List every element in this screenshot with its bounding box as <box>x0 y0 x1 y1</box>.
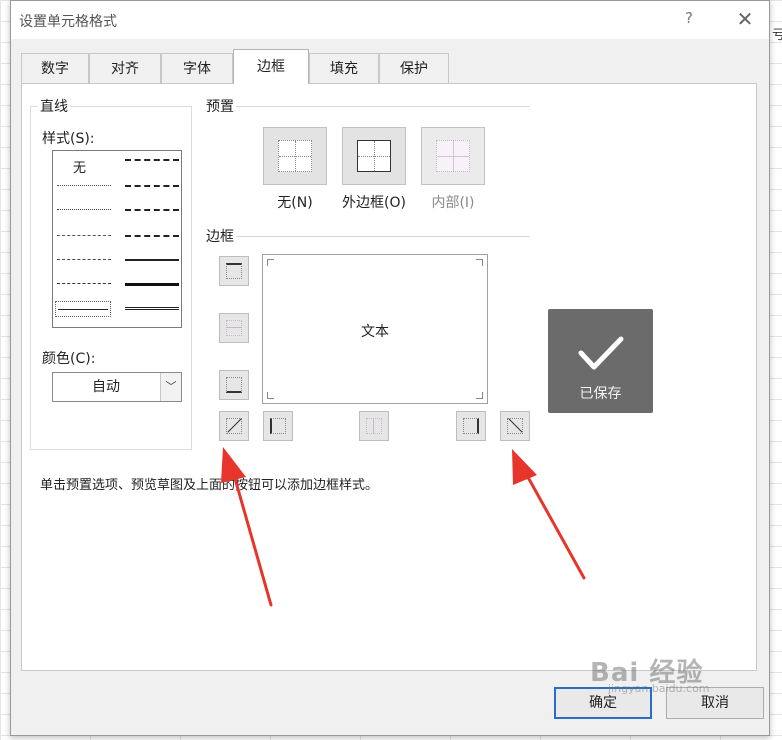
line-style-thin-selected[interactable] <box>55 301 111 317</box>
format-cells-dialog: 设置单元格格式 ? ✕ 数字 对齐 字体 边框 填充 保护 直线 样式(S): … <box>10 0 770 736</box>
border-left-icon <box>270 418 286 434</box>
line-group-title: 直线 <box>38 96 70 116</box>
border-inside-vertical-icon <box>366 418 382 434</box>
border-bottom-icon <box>226 377 242 393</box>
help-icon[interactable]: ? <box>679 9 699 31</box>
border-divider <box>236 236 530 237</box>
line-style-medium[interactable] <box>125 259 179 261</box>
saved-toast: 已保存 <box>548 309 653 413</box>
line-style-thick[interactable] <box>125 283 179 286</box>
line-style-none[interactable]: 无 <box>73 157 86 176</box>
border-inside-horizontal-icon <box>226 320 242 336</box>
border-title: 边框 <box>204 226 236 246</box>
saved-toast-label: 已保存 <box>579 386 622 402</box>
preset-none-label: 无(N) <box>277 195 313 211</box>
hint-text: 单击预置选项、预览草图及上面的按钮可以添加边框样式。 <box>40 478 379 493</box>
border-preview[interactable]: 文本 <box>262 254 488 404</box>
tab-number[interactable]: 数字 <box>21 53 89 83</box>
tab-fill[interactable]: 填充 <box>309 53 379 83</box>
preset-inside-label: 内部(I) <box>431 195 475 211</box>
sheet-edge-text: 亏 <box>772 28 782 43</box>
line-style-list[interactable]: 无 <box>52 150 182 328</box>
preview-corner-bl <box>267 392 274 399</box>
preset-none-button[interactable] <box>263 127 327 185</box>
style-label: 样式(S): <box>40 128 97 148</box>
border-diagonal-up-button[interactable] <box>219 411 249 441</box>
color-select[interactable]: 自动 ﹀ <box>52 372 182 402</box>
preview-text: 文本 <box>361 324 389 340</box>
preview-corner-tl <box>267 259 274 266</box>
line-style-medium-dash-dot-dot[interactable] <box>125 159 179 161</box>
watermark-url: jingyan.baidu.com <box>608 682 710 695</box>
border-inside-horizontal-button[interactable] <box>219 313 249 343</box>
diagonal-up-icon <box>226 418 242 434</box>
preset-inside-icon <box>436 140 470 172</box>
border-left-button[interactable] <box>263 411 293 441</box>
preset-inside-button[interactable] <box>421 127 485 185</box>
diagonal-down-icon <box>507 418 523 434</box>
line-style-dash-dot[interactable] <box>57 259 111 260</box>
border-right-button[interactable] <box>456 411 486 441</box>
border-bottom-button[interactable] <box>219 370 249 400</box>
preview-corner-br <box>476 392 483 399</box>
chevron-down-icon[interactable]: ﹀ <box>160 373 181 401</box>
preview-corner-tr <box>476 259 483 266</box>
border-top-icon <box>226 263 242 279</box>
tab-protection[interactable]: 保护 <box>379 53 449 83</box>
preset-outline-label: 外边框(O) <box>342 195 406 211</box>
line-style-slant-dash-dot[interactable] <box>125 185 179 187</box>
line-style-dash-dot-dot[interactable] <box>57 235 111 236</box>
line-style-medium-dash-dot[interactable] <box>125 209 179 211</box>
tab-font[interactable]: 字体 <box>161 53 233 83</box>
line-style-dotted[interactable] <box>57 209 111 210</box>
color-label: 颜色(C): <box>40 348 98 368</box>
line-style-medium-dashed[interactable] <box>125 235 179 237</box>
border-diagonal-down-button[interactable] <box>500 411 530 441</box>
border-inside-vertical-button[interactable] <box>359 411 389 441</box>
dialog-titlebar: 设置单元格格式 ? ✕ <box>11 1 769 39</box>
dialog-title: 设置单元格格式 <box>19 14 117 30</box>
line-style-double[interactable] <box>125 307 179 310</box>
preset-none-icon <box>278 140 312 172</box>
color-value: 自动 <box>92 379 120 395</box>
tab-alignment[interactable]: 对齐 <box>89 53 161 83</box>
tab-border[interactable]: 边框 <box>233 49 309 84</box>
line-style-dashed[interactable] <box>57 283 111 284</box>
line-style-hair[interactable] <box>57 185 111 186</box>
presets-title: 预置 <box>204 96 236 116</box>
close-icon[interactable]: ✕ <box>733 7 757 33</box>
preset-outline-button[interactable] <box>342 127 406 185</box>
preset-outline-icon <box>357 140 391 172</box>
border-right-icon <box>463 418 479 434</box>
checkmark-icon <box>578 336 624 370</box>
border-top-button[interactable] <box>219 256 249 286</box>
presets-divider <box>236 106 530 107</box>
